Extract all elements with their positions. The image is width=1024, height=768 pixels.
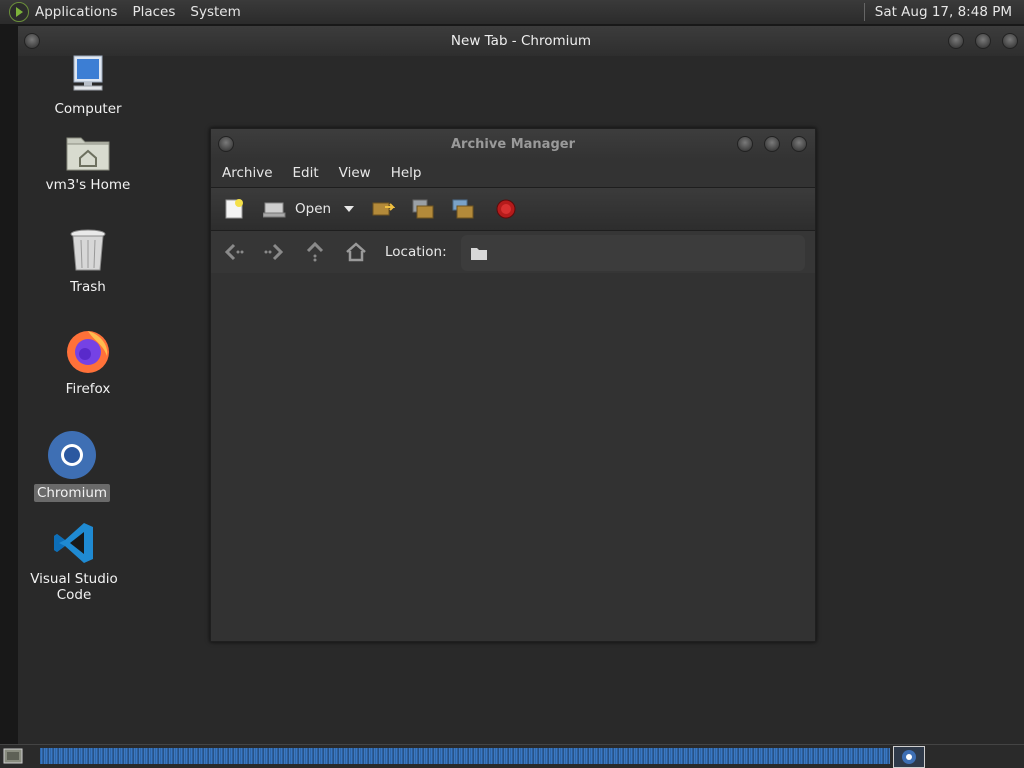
- menu-view[interactable]: View: [339, 165, 371, 181]
- window-menu-button[interactable]: [24, 33, 40, 49]
- menu-edit[interactable]: Edit: [293, 165, 319, 181]
- new-archive-button[interactable]: [223, 198, 245, 220]
- location-bar: Location:: [211, 231, 815, 273]
- desktop-icon-home[interactable]: vm3's Home: [28, 130, 148, 194]
- archive-toolbar: Open: [211, 187, 815, 231]
- open-dropdown-button[interactable]: [343, 198, 355, 220]
- desktop-icon-computer[interactable]: Computer: [28, 50, 148, 118]
- desktop-icon-label: vm3's Home: [45, 177, 131, 193]
- maximize-button[interactable]: [975, 33, 991, 49]
- stop-icon: [496, 199, 516, 219]
- show-desktop-icon[interactable]: [3, 748, 23, 764]
- open-button[interactable]: Open: [263, 198, 331, 220]
- archive-file-list[interactable]: [211, 273, 815, 641]
- open-archive-icon: [263, 202, 286, 218]
- vscode-icon: [54, 523, 93, 563]
- location-label: Location:: [385, 244, 447, 260]
- system-menu[interactable]: System: [190, 4, 240, 20]
- chromium-window-title: New Tab - Chromium: [450, 33, 592, 49]
- archive-window-menu-button[interactable]: [218, 136, 234, 152]
- back-button[interactable]: [223, 241, 245, 263]
- desktop-icon-label: Firefox: [65, 381, 111, 397]
- home-icon: [346, 242, 366, 262]
- archive-close-button[interactable]: [791, 136, 807, 152]
- distro-logo-icon[interactable]: [9, 2, 29, 22]
- desktop-icon-vscode[interactable]: Visual Studio Code: [14, 520, 134, 604]
- archive-menubar: Archive Edit View Help: [211, 159, 815, 187]
- home-button[interactable]: [345, 241, 367, 263]
- desktop-icon-label: Visual Studio Code: [30, 571, 118, 603]
- open-button-label: Open: [295, 201, 332, 217]
- add-files-button[interactable]: [411, 198, 435, 220]
- menu-archive[interactable]: Archive: [222, 165, 273, 181]
- desktop-icon-label: Chromium: [33, 484, 111, 502]
- extract-button[interactable]: [371, 198, 395, 220]
- location-field[interactable]: [461, 235, 805, 271]
- dropdown-arrow-icon: [344, 206, 354, 212]
- applications-menu[interactable]: Applications: [35, 4, 117, 20]
- firefox-icon: [67, 331, 109, 373]
- screen: Applications Places System Sat Aug 17, 8…: [0, 0, 1024, 768]
- places-menu[interactable]: Places: [132, 4, 175, 20]
- desktop-icon-label: Trash: [70, 279, 106, 295]
- archive-maximize-button[interactable]: [764, 136, 780, 152]
- archive-manager-window: Archive Manager Archive Edit View Help O…: [210, 128, 816, 642]
- close-button[interactable]: [1002, 33, 1018, 49]
- minimize-button[interactable]: [948, 33, 964, 49]
- chromium-icon: [48, 431, 96, 479]
- stop-button[interactable]: [495, 198, 517, 220]
- desktop-icon-chromium[interactable]: Chromium: [12, 430, 132, 502]
- new-document-icon: [225, 199, 243, 219]
- desktop-icon-label: Computer: [54, 101, 122, 117]
- taskbar-chromium-button[interactable]: [893, 746, 925, 768]
- back-arrow-icon: [224, 243, 244, 261]
- desktop-icon-trash[interactable]: Trash: [28, 228, 148, 296]
- top-panel: Applications Places System Sat Aug 17, 8…: [0, 0, 1024, 24]
- menu-help[interactable]: Help: [391, 165, 422, 181]
- forward-button[interactable]: [263, 241, 285, 263]
- chromium-icon: [902, 750, 916, 764]
- clock[interactable]: Sat Aug 17, 8:48 PM: [875, 4, 1012, 20]
- add-files-icon: [412, 199, 434, 219]
- archive-manager-title: Archive Manager: [451, 136, 575, 152]
- bottom-panel: [0, 744, 1024, 768]
- computer-icon: [73, 55, 103, 91]
- up-arrow-icon: [306, 241, 324, 262]
- add-folder-icon: [452, 199, 474, 219]
- panel-separator: [863, 3, 865, 21]
- home-folder-icon: [66, 137, 110, 171]
- folder-icon: [471, 248, 487, 260]
- archive-manager-titlebar[interactable]: Archive Manager: [211, 129, 815, 159]
- add-folder-button[interactable]: [451, 198, 475, 220]
- archive-minimize-button[interactable]: [737, 136, 753, 152]
- up-button[interactable]: [305, 241, 325, 263]
- desktop-icon-firefox[interactable]: Firefox: [28, 326, 148, 398]
- extract-icon: [372, 202, 395, 216]
- trash-icon: [70, 229, 106, 271]
- taskbar-window-list[interactable]: [40, 748, 890, 764]
- chromium-titlebar[interactable]: New Tab - Chromium: [18, 26, 1024, 56]
- forward-arrow-icon: [264, 243, 284, 261]
